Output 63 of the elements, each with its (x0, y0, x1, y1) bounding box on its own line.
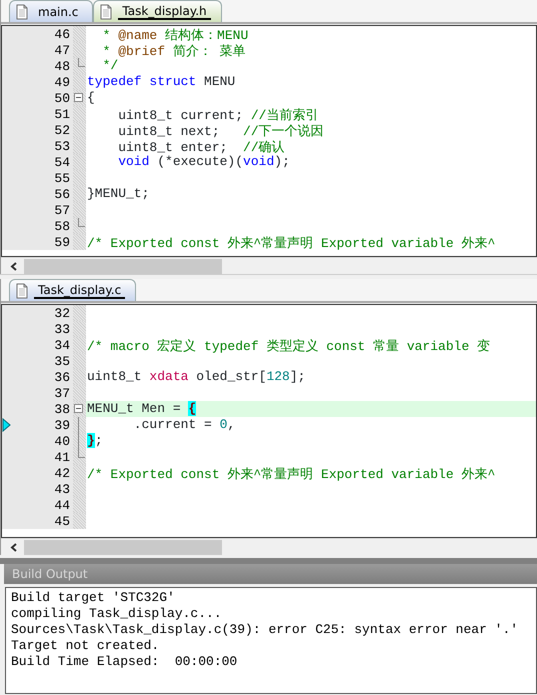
line-number: 41 (53, 450, 71, 464)
line-number: 35 (53, 354, 71, 368)
line-number: 52 (53, 122, 71, 138)
line-number: 37 (53, 386, 71, 400)
line-number: 49 (53, 74, 71, 90)
code-line: /* Exported const 外来^常量声明 Exported variable 外来^ (86, 466, 496, 481)
document-icon (16, 4, 28, 20)
code-line: * @name 结构体：MENU (102, 27, 250, 42)
code-line: /* Exported const 外来^常量声明 Exported variable 外来^ (86, 235, 496, 250)
panel-title: Build Output (4, 564, 537, 584)
line-number: 36 (53, 370, 71, 384)
line-number: 45 (53, 514, 71, 528)
code-line: uint8_t next; //下一个说因 (117, 123, 325, 138)
fold-end-marker (78, 449, 85, 458)
line-number: 46 (53, 26, 71, 42)
output-line: compiling Task_display.c... (11, 606, 223, 622)
line-number: 34 (53, 338, 71, 352)
line-number: 57 (53, 202, 71, 218)
output-line: Target not created. (11, 638, 160, 654)
line-number: 47 (53, 42, 71, 58)
output-line: Build target 'STC32G' (11, 590, 176, 606)
document-icon (100, 4, 112, 20)
line-number: 38 (53, 402, 71, 416)
code-line: { (86, 90, 96, 106)
collapse-icon (74, 404, 83, 413)
file-tab[interactable]: Task_display.h (93, 0, 222, 22)
line-number: 56 (53, 186, 71, 202)
horizontal-scrollbar[interactable] (1, 257, 537, 274)
line-number: 51 (53, 106, 71, 122)
file-tab[interactable]: Task_display.c (9, 279, 136, 301)
line-number: 54 (53, 154, 71, 170)
line-number: 42 (53, 466, 71, 480)
line-number: 32 (53, 306, 71, 320)
output-line: Sources\Task\Task_display.c(39): error C25: syntax error near '.' (11, 622, 520, 638)
code-line: uint8_t xdata oled_str[128]; (86, 369, 306, 385)
line-number: 59 (53, 234, 71, 250)
code-line: }; (86, 433, 104, 449)
code-line: */ (102, 58, 120, 74)
line-number: 39 (53, 418, 71, 432)
fold-end-marker (78, 58, 85, 67)
code-line: /* macro 宏定义 typedef 类型定义 const 常量 variable 变 (86, 338, 492, 353)
line-number: 53 (53, 138, 71, 154)
code-line: }MENU_t; (86, 186, 150, 202)
line-number: 40 (53, 434, 71, 448)
code-line: .current = 0, (132, 417, 236, 433)
output-line: Build Time Elapsed: 00:00:00 (11, 654, 238, 670)
horizontal-scrollbar[interactable] (1, 538, 537, 555)
code-line: uint8_t current; //当前索引 (117, 107, 320, 122)
line-number: 33 (53, 322, 71, 336)
line-number: 44 (53, 498, 71, 512)
code-line: typedef struct MENU (86, 74, 236, 90)
fold-end-marker (78, 218, 85, 227)
line-number: 55 (53, 170, 71, 186)
line-number: 48 (53, 58, 71, 74)
code-line: void (*execute)(void); (117, 154, 291, 170)
document-icon (16, 283, 28, 299)
line-number: 43 (53, 482, 71, 496)
collapse-icon (74, 93, 83, 102)
code-line: * @brief 简介： 菜单 (102, 43, 247, 58)
line-number: 50 (53, 90, 71, 106)
line-number: 58 (53, 218, 71, 234)
code-line: uint8_t enter; //确认 (117, 139, 286, 154)
file-tab[interactable]: main.c (9, 0, 94, 22)
